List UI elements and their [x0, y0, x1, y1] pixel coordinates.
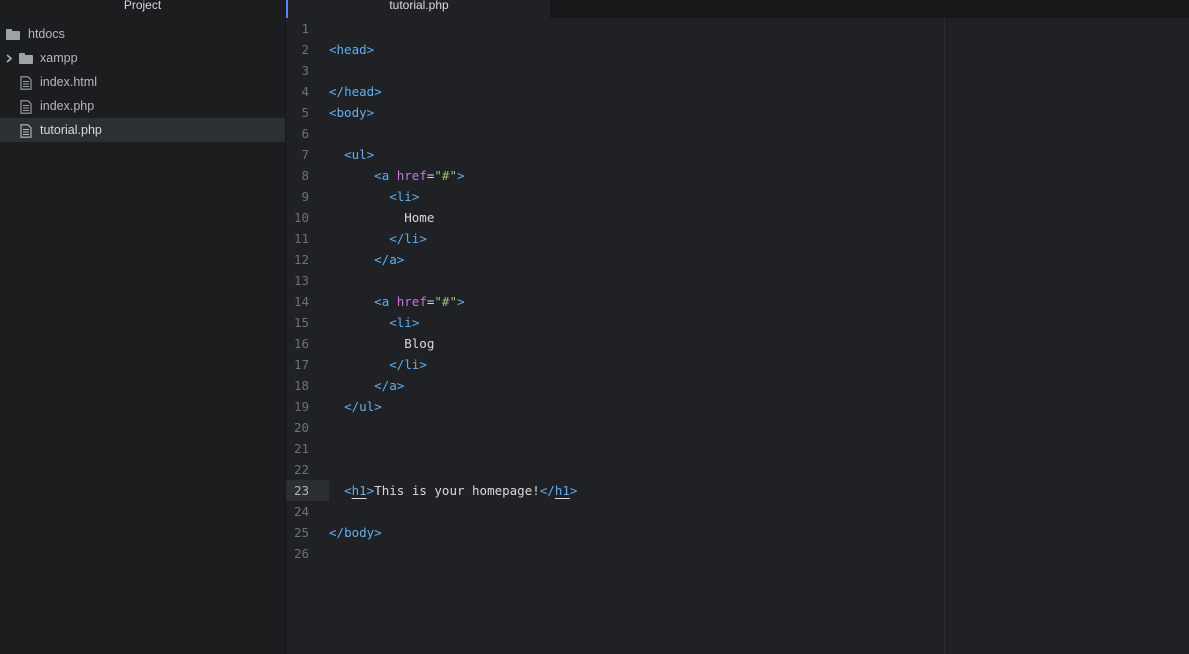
- line-number: 12: [293, 252, 309, 267]
- line-number: 4: [301, 84, 309, 99]
- code-line[interactable]: Blog: [329, 333, 1189, 354]
- code-line[interactable]: [329, 60, 1189, 81]
- line-number: 15: [293, 315, 309, 330]
- code-line[interactable]: <ul>: [329, 144, 1189, 165]
- project-panel-title[interactable]: Project: [0, 0, 285, 18]
- tree-item-xampp[interactable]: xampp: [0, 46, 285, 70]
- file-tree: htdocs xampp index.html index.php tutori…: [0, 22, 285, 142]
- file-text-icon: [19, 99, 33, 114]
- line-number: 23: [286, 480, 329, 501]
- line-number: 2: [301, 42, 309, 57]
- tree-item-index-php[interactable]: index.php: [0, 94, 285, 118]
- code-line[interactable]: <li>: [329, 312, 1189, 333]
- folder-icon: [19, 52, 33, 65]
- line-number: 9: [301, 189, 309, 204]
- line-number: 20: [293, 420, 309, 435]
- line-number: 10: [293, 210, 309, 225]
- wrap-guide: [944, 18, 945, 654]
- line-number-gutter: 1 2 3 4 5 6 7 8 9 10 11 12 13 14 15 16 17 18 19 20 21 22 23 24 2…: [286, 18, 329, 654]
- line-number: 22: [293, 462, 309, 477]
- code-line[interactable]: </body>: [329, 522, 1189, 543]
- line-number: 24: [293, 504, 309, 519]
- code-line[interactable]: [329, 543, 1189, 564]
- line-number: 7: [301, 147, 309, 162]
- code-line[interactable]: <body>: [329, 102, 1189, 123]
- code-line[interactable]: </a>: [329, 375, 1189, 396]
- code-line[interactable]: [329, 417, 1189, 438]
- line-number: 25: [293, 525, 309, 540]
- code-line[interactable]: </head>: [329, 81, 1189, 102]
- code-line[interactable]: <a href="#">: [329, 165, 1189, 186]
- tree-item-label: tutorial.php: [40, 123, 102, 137]
- line-number: 19: [293, 399, 309, 414]
- line-number: 14: [293, 294, 309, 309]
- line-number: 11: [293, 231, 309, 246]
- code-line[interactable]: </li>: [329, 354, 1189, 375]
- tab-bar: tutorial.php: [286, 0, 1189, 18]
- code-editor[interactable]: 1 2 3 4 5 6 7 8 9 10 11 12 13 14 15 16 17 18 19 20 21 22 23 24 2…: [286, 18, 1189, 654]
- file-text-icon: [19, 75, 33, 90]
- line-number: 5: [301, 105, 309, 120]
- code-line[interactable]: <h1>This is your homepage!</h1>: [329, 480, 1189, 501]
- line-number: 3: [301, 63, 309, 78]
- tree-item-tutorial-php[interactable]: tutorial.php: [0, 118, 285, 142]
- code-line[interactable]: [329, 270, 1189, 291]
- line-number: 26: [293, 546, 309, 561]
- code-line[interactable]: <head>: [329, 39, 1189, 60]
- tab-tutorial-php[interactable]: tutorial.php: [286, 0, 550, 18]
- code-line[interactable]: [329, 18, 1189, 39]
- folder-icon: [6, 28, 20, 41]
- tree-item-htdocs[interactable]: htdocs: [0, 22, 285, 46]
- code-area[interactable]: <head> </head> <body> <ul> <a href="#"> <…: [329, 18, 1189, 654]
- line-number: 21: [293, 441, 309, 456]
- code-line[interactable]: Home: [329, 207, 1189, 228]
- line-number: 17: [293, 357, 309, 372]
- file-text-icon: [19, 123, 33, 138]
- code-line[interactable]: [329, 501, 1189, 522]
- tree-item-index-html[interactable]: index.html: [0, 70, 285, 94]
- code-line[interactable]: [329, 459, 1189, 480]
- line-number: 8: [301, 168, 309, 183]
- project-tree-panel: Project htdocs xampp index.html index.ph…: [0, 0, 286, 654]
- tree-item-label: xampp: [40, 51, 78, 65]
- code-line[interactable]: </li>: [329, 228, 1189, 249]
- line-number: 16: [293, 336, 309, 351]
- line-number: 1: [301, 21, 309, 36]
- tree-item-label: htdocs: [28, 27, 65, 41]
- code-line[interactable]: </a>: [329, 249, 1189, 270]
- line-number: 13: [293, 273, 309, 288]
- code-line[interactable]: <a href="#">: [329, 291, 1189, 312]
- code-line[interactable]: [329, 438, 1189, 459]
- chevron-right-icon[interactable]: [4, 46, 14, 70]
- code-line[interactable]: [329, 123, 1189, 144]
- editor-window: Project htdocs xampp index.html index.ph…: [0, 0, 1189, 654]
- line-number: 18: [293, 378, 309, 393]
- line-number: 6: [301, 126, 309, 141]
- tree-item-label: index.php: [40, 99, 95, 113]
- tree-item-label: index.html: [40, 75, 97, 89]
- code-line[interactable]: <li>: [329, 186, 1189, 207]
- code-line[interactable]: </ul>: [329, 396, 1189, 417]
